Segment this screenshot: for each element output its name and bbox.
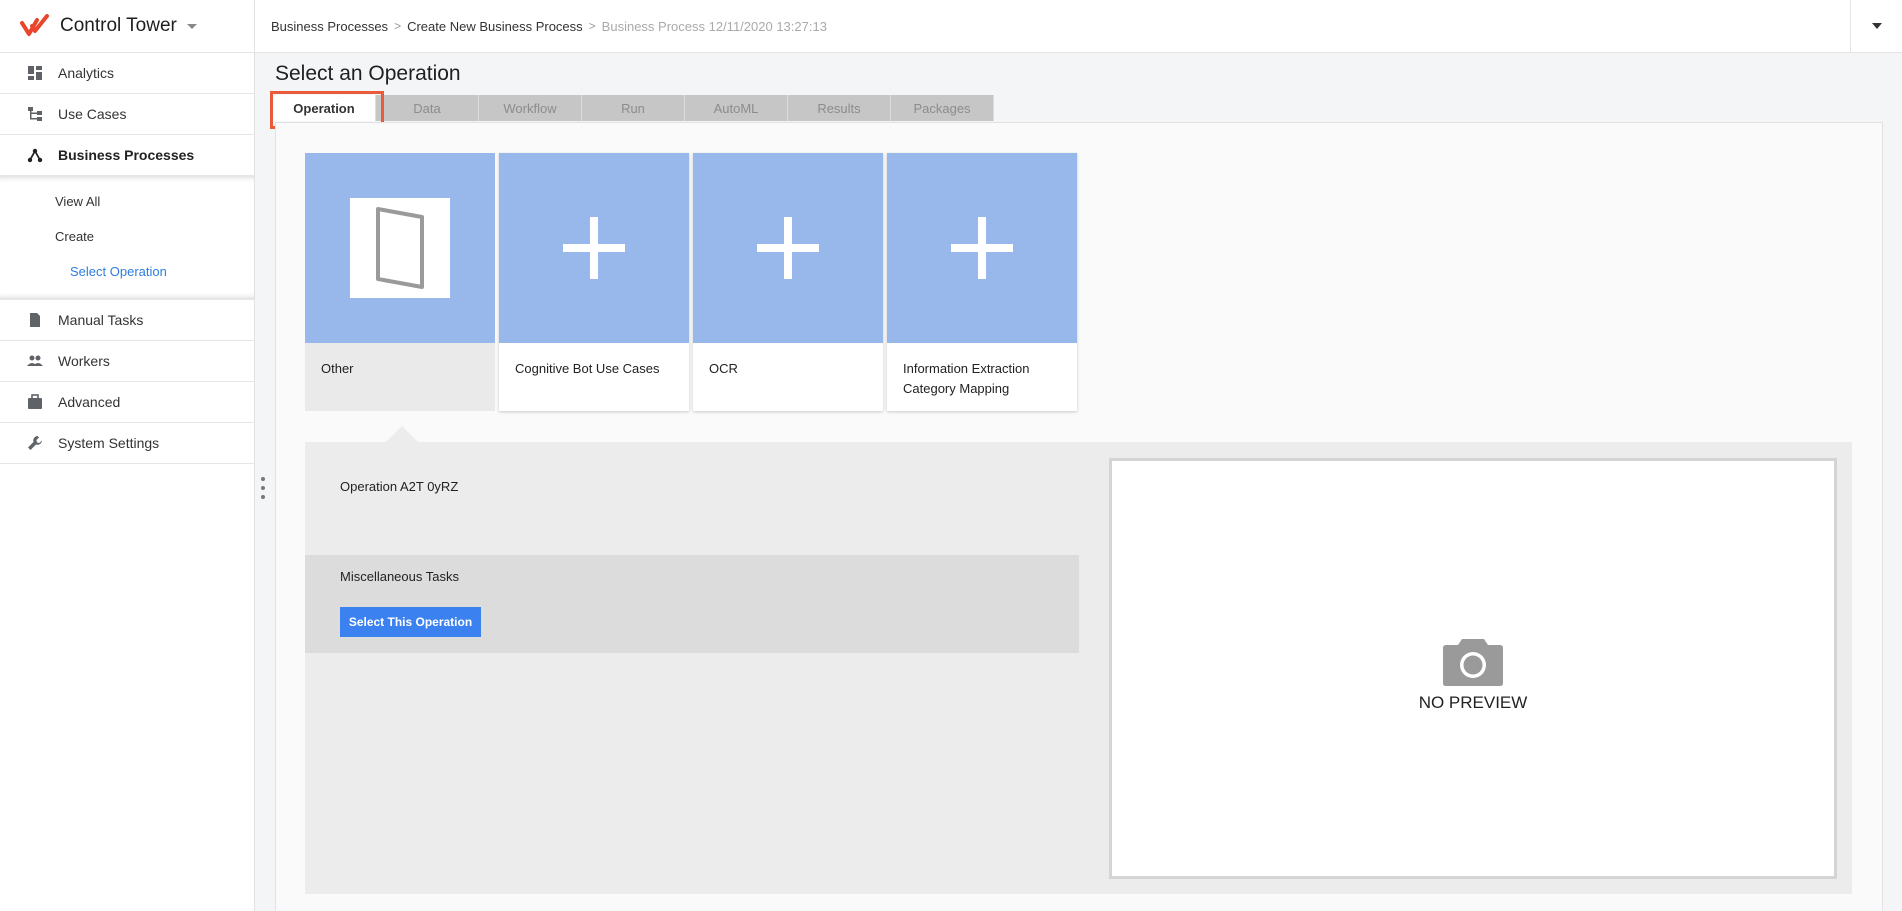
sidebar-item-system-settings[interactable]: System Settings: [0, 423, 254, 464]
chevron-down-icon: [186, 23, 197, 29]
sidebar-item-label: System Settings: [58, 435, 160, 451]
chevron-right-icon: >: [394, 19, 402, 33]
tab-data[interactable]: Data: [376, 95, 479, 121]
tab-operation[interactable]: Operation: [273, 95, 376, 121]
app-title: Control Tower: [60, 15, 177, 36]
card-thumbnail: [305, 153, 495, 343]
document-icon: [27, 312, 43, 328]
card-thumbnail: [499, 153, 689, 343]
no-preview-text: NO PREVIEW: [1418, 692, 1528, 712]
sidebar-item-business-processes[interactable]: Business Processes: [0, 135, 254, 176]
card-label: Cognitive Bot Use Cases: [515, 361, 660, 376]
sidebar-item-workers[interactable]: Workers: [0, 341, 254, 382]
selection-pointer: [386, 426, 418, 442]
sidebar-item-label: Business Processes: [58, 147, 195, 163]
sidebar-item-use-cases[interactable]: Use Cases: [0, 94, 254, 135]
breadcrumb-create-new-business-process[interactable]: Create New Business Process: [407, 19, 583, 34]
sidebar-item-label: Advanced: [58, 394, 121, 410]
hierarchy-icon: [27, 106, 43, 122]
app-switcher[interactable]: Control Tower: [0, 0, 254, 53]
caret-down-icon: [1871, 23, 1882, 29]
tab-packages[interactable]: Packages: [891, 95, 994, 121]
operation-info: Operation A2T 0yRZ Miscellaneous Tasks S…: [305, 442, 1079, 894]
plus-icon: [757, 217, 819, 279]
door-icon: [350, 198, 450, 298]
user-menu-dropdown[interactable]: [1850, 0, 1902, 52]
card-label: Information Extraction Category Mapping: [903, 361, 1030, 396]
tab-run[interactable]: Run: [582, 95, 685, 121]
breadcrumb-current: Business Process 12/11/2020 13:27:13: [601, 18, 827, 34]
dashboard-icon: [27, 65, 43, 81]
sidebar-resize-handle[interactable]: [260, 477, 266, 499]
top-bar: Business Processes > Create New Business…: [255, 0, 1902, 53]
page-title: Select an Operation: [275, 62, 461, 85]
tab-results[interactable]: Results: [788, 95, 891, 121]
sidebar-item-analytics[interactable]: Analytics: [0, 53, 254, 94]
breadcrumb: Business Processes > Create New Business…: [255, 19, 827, 34]
operation-card-cognitive-bot-use-cases[interactable]: Cognitive Bot Use Cases: [499, 153, 689, 411]
submenu-create[interactable]: Create: [0, 219, 254, 254]
operation-name: Operation A2T 0yRZ: [340, 479, 459, 494]
network-icon: [27, 147, 43, 163]
control-tower-logo-icon: [20, 14, 49, 36]
operation-category: Miscellaneous Tasks: [340, 569, 459, 584]
sidebar-item-label: Workers: [58, 353, 110, 369]
sidebar-item-advanced[interactable]: Advanced: [0, 382, 254, 423]
operation-card-other[interactable]: Other: [305, 153, 495, 411]
select-operation-button[interactable]: Select This Operation: [340, 607, 481, 637]
briefcase-icon: [27, 394, 43, 410]
submenu-select-operation[interactable]: Select Operation: [0, 254, 254, 289]
operation-preview: NO PREVIEW: [1109, 458, 1837, 879]
tab-automl[interactable]: AutoML: [685, 95, 788, 121]
operation-panel: Other Cognitive Bot Use Cases OCR Inform…: [275, 122, 1883, 911]
sidebar-item-label: Use Cases: [58, 106, 127, 122]
people-icon: [27, 353, 43, 369]
card-thumbnail: [887, 153, 1077, 343]
card-label: OCR: [709, 361, 738, 376]
wrench-icon: [27, 435, 43, 451]
card-label: Other: [321, 361, 354, 376]
sidebar: Control Tower Analytics Use Cases Busine…: [0, 0, 255, 911]
tab-workflow[interactable]: Workflow: [479, 95, 582, 121]
breadcrumb-business-processes[interactable]: Business Processes: [271, 19, 388, 34]
sidebar-item-label: Manual Tasks: [58, 312, 144, 328]
camera-icon: [1443, 638, 1503, 686]
submenu-view-all[interactable]: View All: [0, 184, 254, 219]
business-processes-submenu: View All Create Select Operation: [0, 176, 254, 300]
plus-icon: [563, 217, 625, 279]
sidebar-item-manual-tasks[interactable]: Manual Tasks: [0, 300, 254, 341]
chevron-right-icon: >: [588, 19, 596, 33]
step-tabs: Operation Data Workflow Run AutoML Resul…: [273, 95, 994, 121]
operation-card-ocr[interactable]: OCR: [693, 153, 883, 411]
operation-category-band: Miscellaneous Tasks Select This Operatio…: [305, 555, 1079, 653]
operation-detail: Operation A2T 0yRZ Miscellaneous Tasks S…: [305, 442, 1852, 894]
sidebar-item-label: Analytics: [58, 65, 115, 81]
plus-icon: [951, 217, 1013, 279]
operation-card-information-extraction[interactable]: Information Extraction Category Mapping: [887, 153, 1077, 411]
card-thumbnail: [693, 153, 883, 343]
